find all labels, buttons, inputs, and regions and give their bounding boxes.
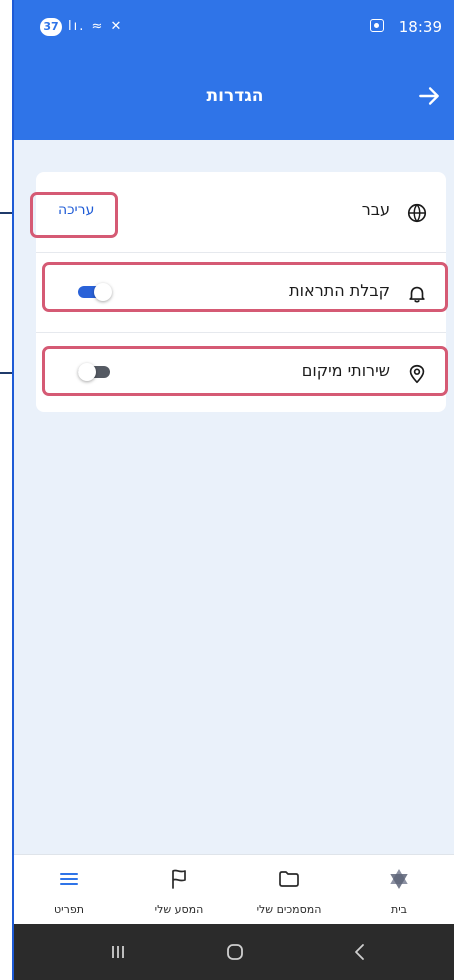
app-bar: הגדרות [14, 58, 454, 140]
recent-apps-icon[interactable] [106, 940, 130, 964]
star-of-david-icon [390, 869, 408, 889]
screenshot-stage: 37 lı. ≈ ✕ 18:39 הגדרות עבר עריכה קבלת ה… [0, 0, 454, 980]
phone-screen: 37 lı. ≈ ✕ 18:39 הגדרות עבר עריכה קבלת ה… [12, 0, 454, 980]
back-arrow-icon[interactable] [416, 83, 442, 109]
bottom-navigation: תפריט המסע שלי המסמכים שלי בית [14, 854, 454, 924]
highlight-location-row [42, 346, 448, 396]
nav-item-my-documents[interactable]: המסמכים שלי [234, 855, 344, 925]
highlight-edit-link [30, 192, 118, 238]
nav-item-my-trip[interactable]: המסע שלי [124, 855, 234, 925]
nav-item-home[interactable]: בית [344, 855, 454, 925]
system-back-icon[interactable] [348, 940, 372, 964]
status-time: 18:39 [398, 18, 442, 36]
nav-label-my-documents: המסמכים שלי [256, 903, 322, 916]
home-button-icon[interactable] [223, 940, 247, 964]
flag-icon [172, 869, 186, 889]
system-navigation-bar [14, 924, 454, 980]
nav-label-home: בית [390, 903, 408, 916]
globe-icon [407, 203, 427, 223]
nav-label-my-trip: המסע שלי [154, 903, 204, 916]
highlight-notifications-row [42, 262, 448, 312]
nav-label-menu: תפריט [54, 903, 84, 916]
signal-wifi-mute-icons: lı. ≈ ✕ [68, 19, 124, 34]
language-label: עבר [361, 200, 390, 219]
nav-item-menu[interactable]: תפריט [14, 855, 124, 925]
status-bar: 37 lı. ≈ ✕ 18:39 [14, 0, 454, 58]
menu-icon [60, 873, 78, 885]
battery-badge: 37 [40, 18, 62, 36]
page-title: הגדרות [206, 86, 264, 106]
folder-icon [279, 871, 299, 887]
screen-record-icon [370, 19, 384, 32]
